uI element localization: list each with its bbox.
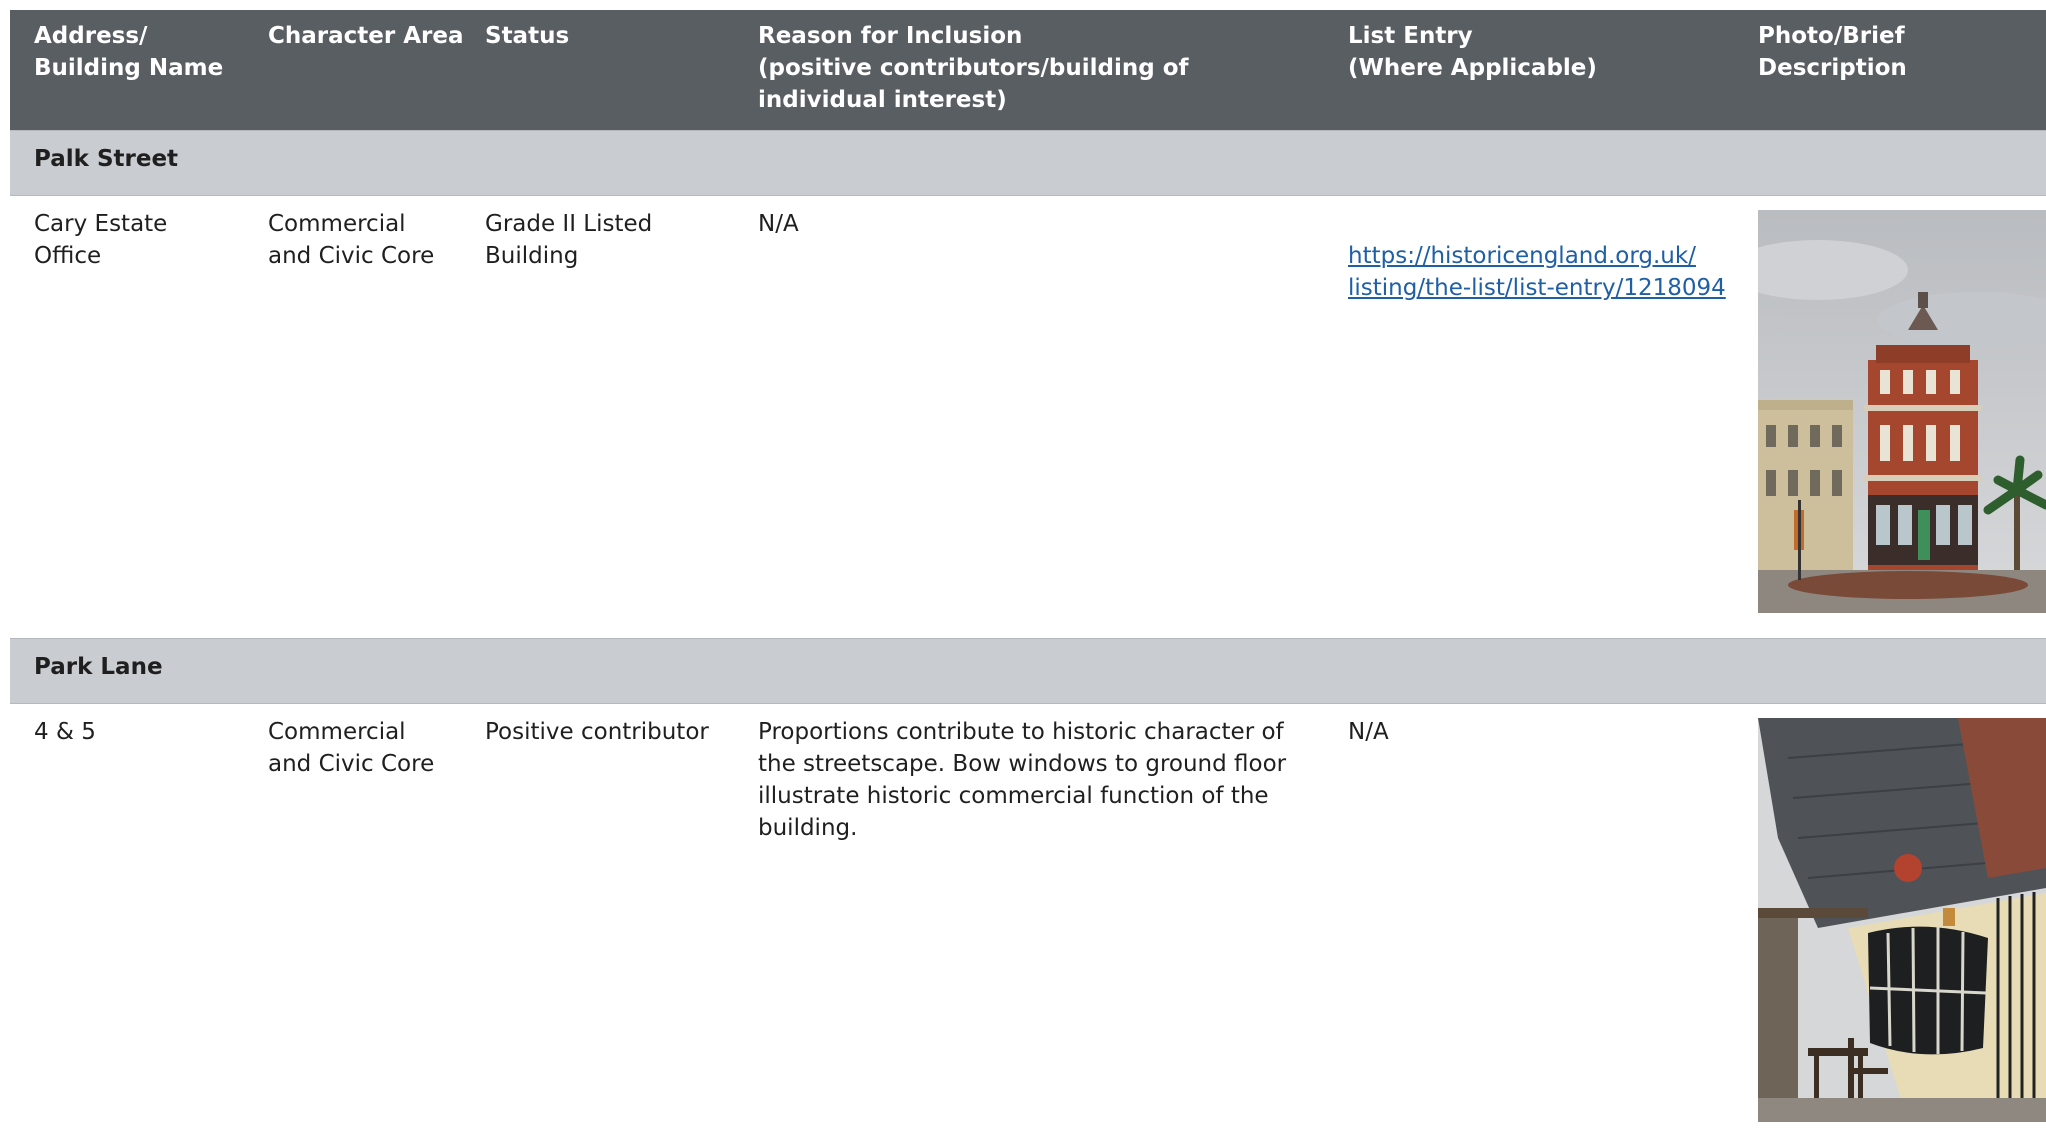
photo-bow-window-building (1758, 718, 2046, 1122)
header-list-entry: List Entry (Where Applicable) (1348, 23, 1597, 81)
section-title: Palk Street (34, 146, 179, 172)
status-cell: Positive contributor (485, 719, 709, 745)
section-title: Park Lane (34, 654, 163, 680)
section-park-lane: Park Lane (10, 638, 2046, 704)
status-cell: Grade II Listed Building (485, 211, 653, 269)
table-header: Address/ Building Name Character Area St… (10, 10, 2046, 130)
header-address: Address/ Building Name (34, 23, 224, 81)
header-reason: Reason for Inclusion (positive contribut… (758, 23, 1189, 113)
list-entry-cell: https://historicengland.org.uk/ listing/… (1348, 208, 1728, 304)
list-entry-link[interactable]: https://historicengland.org.uk/ listing/… (1348, 243, 1726, 301)
header-character-area: Character Area (268, 23, 464, 49)
header-photo: Photo/Brief Description (1758, 23, 1907, 81)
address-cell: Cary Estate Office (34, 211, 168, 269)
list-entry-cell: N/A (1348, 719, 1389, 745)
reason-cell: Proportions contribute to historic chara… (758, 719, 1287, 841)
section-palk-street: Palk Street (10, 130, 2046, 196)
header-status: Status (485, 23, 570, 49)
character-area-cell: Commercial and Civic Core (268, 211, 435, 269)
photo-red-brick-octagonal-building (1758, 210, 2046, 613)
character-area-cell: Commercial and Civic Core (268, 719, 435, 777)
address-cell: 4 & 5 (34, 719, 96, 745)
table-row: 4 & 5 Commercial and Civic Core Positive… (10, 704, 2046, 1134)
listed-buildings-table: Address/ Building Name Character Area St… (10, 10, 2046, 1134)
reason-cell: N/A (758, 211, 799, 237)
table-row: Cary Estate Office Commercial and Civic … (10, 196, 2046, 638)
